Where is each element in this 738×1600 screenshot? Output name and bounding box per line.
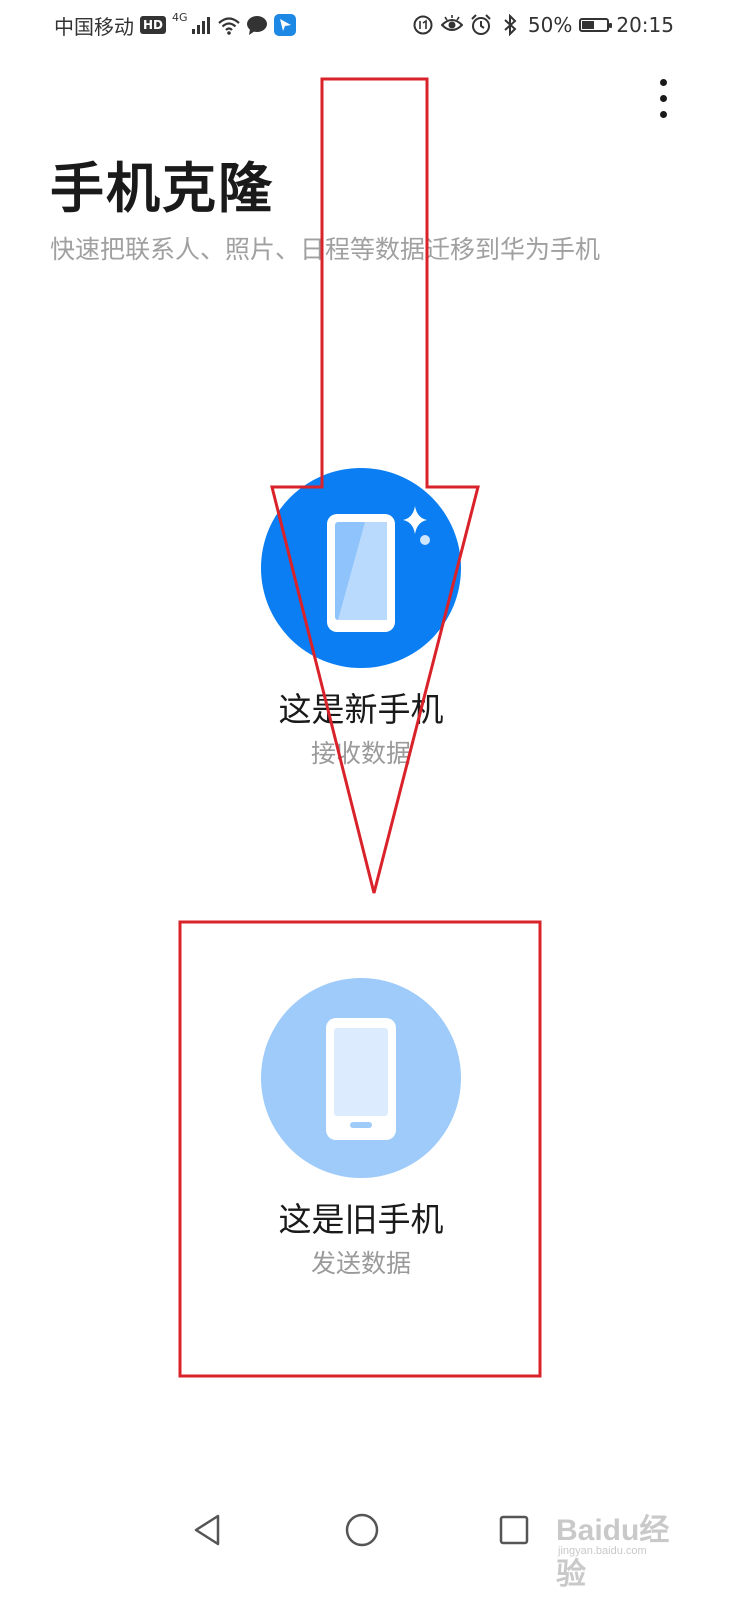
- alarm-icon: [471, 14, 491, 35]
- status-left: 中国移动 HD 4G: [54, 10, 296, 40]
- old-phone-icon: [326, 1018, 396, 1140]
- back-button[interactable]: [184, 1506, 232, 1554]
- old-phone-circle: [261, 978, 461, 1178]
- hd-badge: HD: [140, 16, 167, 34]
- watermark-url: jingyan.baidu.com: [558, 1545, 647, 1557]
- bluetooth-icon: [504, 14, 517, 36]
- page-subtitle: 快速把联系人、照片、日程等数据迁移到华为手机: [50, 235, 601, 264]
- more-menu-button[interactable]: [646, 70, 680, 126]
- clock: 20:15: [616, 13, 674, 37]
- old-phone-option[interactable]: 这是旧手机 发送数据: [200, 978, 522, 1282]
- status-bar: 中国移动 HD 4G 50% 20:15: [0, 0, 738, 50]
- eye-comfort-icon: [440, 15, 463, 31]
- network-type: 4G: [172, 10, 188, 24]
- home-button[interactable]: [338, 1506, 386, 1554]
- data-saver-icon: [413, 15, 433, 35]
- app-notification-icon: [273, 14, 296, 36]
- carrier-label: 中国移动: [54, 14, 134, 39]
- new-phone-icon: [327, 506, 430, 632]
- more-dot: [659, 94, 667, 102]
- battery-fill: [582, 21, 595, 29]
- baidu-watermark: Baidu经验 jingyan.baidu.com: [556, 1505, 696, 1591]
- new-phone-option[interactable]: 这是新手机 接收数据: [200, 468, 522, 772]
- battery-icon: [579, 18, 613, 32]
- wifi-icon: [217, 17, 240, 35]
- new-phone-subtitle: 接收数据: [310, 739, 411, 768]
- new-phone-title: 这是新手机: [278, 690, 444, 729]
- old-phone-subtitle: 发送数据: [310, 1249, 411, 1278]
- old-phone-title: 这是旧手机: [278, 1200, 444, 1239]
- signal-icon: [191, 17, 210, 34]
- page-title: 手机克隆: [50, 157, 274, 220]
- recent-apps-button[interactable]: [490, 1506, 538, 1554]
- message-icon: [246, 16, 267, 35]
- more-dot: [659, 110, 667, 118]
- new-phone-circle: [261, 468, 461, 668]
- status-right: 50% 20:15: [412, 10, 674, 40]
- battery-percent: 50%: [527, 13, 573, 37]
- more-dot: [659, 78, 667, 86]
